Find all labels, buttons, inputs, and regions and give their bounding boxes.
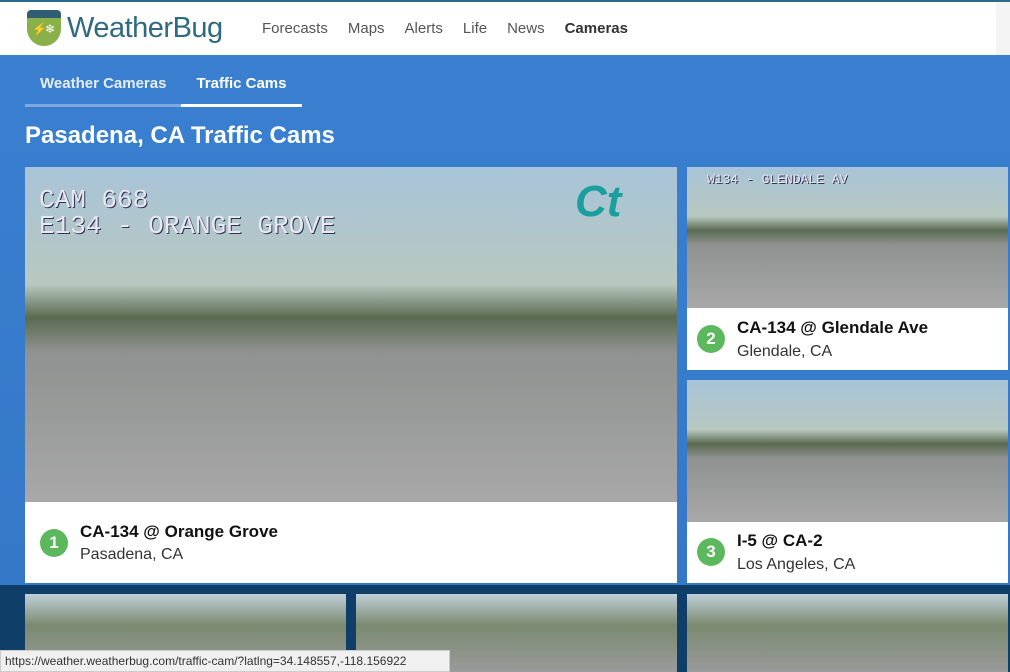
nav-maps[interactable]: Maps bbox=[348, 20, 385, 37]
camera-thumbnail[interactable] bbox=[687, 594, 1008, 672]
camera-card-1[interactable]: CAM 668 E134 - ORANGE GROVE Ct 1 CA-134 @… bbox=[25, 167, 677, 583]
page-title: Pasadena, CA Traffic Cams bbox=[25, 122, 335, 149]
nav-life[interactable]: Life bbox=[463, 20, 487, 37]
camera-name[interactable]: I-5 @ CA-2 bbox=[737, 531, 823, 551]
weatherbug-logo[interactable]: ⚡ ❄ WeatherBug bbox=[27, 10, 223, 46]
camera-card-3[interactable]: 3 I-5 @ CA-2 Los Angeles, CA bbox=[687, 380, 1008, 583]
camera-image[interactable] bbox=[687, 380, 1008, 522]
tab-traffic-cams[interactable]: Traffic Cams bbox=[181, 75, 302, 107]
nav-alerts[interactable]: Alerts bbox=[405, 20, 443, 37]
camera-number-badge: 3 bbox=[697, 538, 725, 566]
site-header: ⚡ ❄ WeatherBug Forecasts Maps Alerts Life… bbox=[0, 2, 1010, 55]
camera-location: Pasadena, CA bbox=[80, 546, 184, 563]
camera-tabs: Weather Cameras Traffic Cams bbox=[25, 75, 302, 107]
camera-location: Glendale, CA bbox=[737, 343, 833, 360]
camera-number-badge: 2 bbox=[697, 325, 725, 353]
camera-number-badge: 1 bbox=[40, 529, 68, 557]
camera-image[interactable]: W134 - GLENDALE AV bbox=[687, 167, 1008, 308]
caltrans-logo: Ct bbox=[575, 177, 622, 226]
nav-news[interactable]: News bbox=[507, 20, 545, 37]
bug-shield-icon: ⚡ ❄ bbox=[27, 10, 61, 46]
main-nav: Forecasts Maps Alerts Life News Cameras bbox=[262, 20, 628, 37]
brand-name: WeatherBug bbox=[67, 11, 223, 44]
nav-forecasts[interactable]: Forecasts bbox=[262, 20, 328, 37]
camera-name[interactable]: CA-134 @ Orange Grove bbox=[80, 522, 278, 542]
camera-card-2[interactable]: W134 - GLENDALE AV 2 CA-134 @ Glendale A… bbox=[687, 167, 1008, 370]
camera-location: Los Angeles, CA bbox=[737, 556, 856, 573]
nav-cameras[interactable]: Cameras bbox=[565, 20, 628, 37]
camera-name[interactable]: CA-134 @ Glendale Ave bbox=[737, 318, 928, 338]
camera-overlay-text: CAM 668 E134 - ORANGE GROVE bbox=[39, 185, 336, 241]
status-bar-url: https://weather.weatherbug.com/traffic-c… bbox=[0, 650, 450, 672]
camera-image[interactable]: CAM 668 E134 - ORANGE GROVE Ct bbox=[25, 167, 677, 502]
tab-weather-cameras[interactable]: Weather Cameras bbox=[25, 75, 182, 107]
camera-overlay-text: W134 - GLENDALE AV bbox=[707, 172, 848, 187]
